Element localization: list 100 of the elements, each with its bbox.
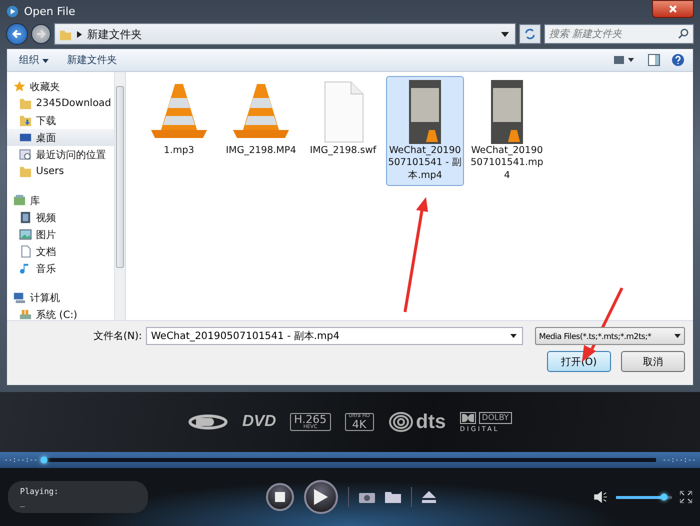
file-type-dropdown[interactable]: Media Files(*.ts;*.mts;*.m2ts;* — [535, 327, 685, 345]
recent-places-icon — [19, 148, 32, 161]
back-arrow-icon — [11, 28, 23, 40]
dts-logo: dts — [416, 410, 446, 434]
new-folder-button[interactable]: 新建文件夹 — [63, 51, 122, 69]
file-name: IMG_2198.MP4 — [226, 145, 296, 158]
sidebar-item-label: Users — [36, 166, 64, 177]
sidebar-item-label: 文档 — [36, 246, 56, 258]
stop-icon — [275, 492, 285, 502]
back-button[interactable] — [6, 23, 28, 45]
file-item[interactable]: IMG_2198.swf — [304, 76, 382, 162]
sidebar-item[interactable]: 图片 — [7, 226, 114, 243]
rings-icon — [388, 412, 414, 432]
sidebar-item-label: 系统 (C:) — [36, 308, 78, 320]
dropdown-caret-icon — [42, 59, 50, 63]
organize-menu[interactable]: 组织 — [15, 51, 54, 69]
sidebar-item-label: 音乐 — [36, 262, 56, 276]
library-icon — [13, 194, 26, 207]
play-button[interactable] — [304, 480, 338, 514]
window-title: Open File — [24, 4, 76, 18]
sidebar-item-label: 最近访问的位置 — [36, 148, 106, 162]
sidebar-item-label: 图片 — [36, 228, 56, 242]
fullscreen-icon[interactable] — [680, 491, 692, 503]
folder-icon[interactable] — [385, 491, 401, 503]
sidebar-item[interactable]: 下载 — [7, 112, 114, 129]
camera-icon[interactable] — [359, 491, 375, 503]
close-icon — [668, 4, 678, 14]
refresh-button[interactable] — [519, 24, 541, 44]
sidebar-item[interactable]: 文档 — [7, 243, 114, 260]
sidebar-item-label: 下载 — [36, 114, 56, 128]
cancel-button[interactable]: 取消 — [621, 351, 685, 372]
file-name-field[interactable]: WeChat_20190507101541 - 副本.mp4 — [146, 327, 523, 345]
logo-text: H.265 — [294, 414, 327, 425]
file-item[interactable]: 1.mp3 — [140, 76, 218, 162]
address-bar[interactable]: 新建文件夹 — [54, 23, 516, 45]
logo-text: 4K — [352, 419, 366, 430]
file-type-value: Media Files(*.ts;*.mts;*.m2ts;* — [539, 332, 652, 340]
view-options-icon[interactable] — [613, 53, 637, 67]
double-d-icon — [460, 412, 476, 424]
breadcrumb-folder[interactable]: 新建文件夹 — [87, 26, 142, 42]
forward-arrow-icon — [35, 28, 47, 40]
download-folder-icon — [19, 114, 32, 127]
search-icon — [678, 28, 689, 39]
eject-icon[interactable] — [422, 491, 436, 503]
document-icon — [19, 245, 32, 258]
scrollbar[interactable] — [114, 72, 125, 320]
file-name: IMG_2198.swf — [310, 145, 376, 158]
sidebar-group[interactable]: 收藏夹 — [7, 78, 114, 95]
dropdown-caret-icon[interactable] — [510, 334, 517, 338]
sidebar-item-label: 2345Download — [36, 98, 112, 109]
sidebar-group[interactable]: 计算机 — [7, 289, 114, 306]
dropdown-caret-icon[interactable] — [501, 32, 509, 36]
refresh-icon — [524, 28, 536, 40]
volume-slider[interactable] — [616, 496, 672, 498]
disc-logo-icon — [188, 412, 228, 432]
seek-handle[interactable] — [40, 456, 48, 464]
speaker-icon[interactable] — [594, 491, 608, 503]
status-detail: _ — [20, 498, 26, 507]
chevron-icon — [77, 30, 82, 38]
file-name-label: 文件名(N): — [92, 330, 142, 343]
dolby-logo-text: DOLBY — [478, 412, 512, 424]
sidebar-item[interactable]: 音乐 — [7, 260, 114, 277]
folder-icon — [19, 97, 32, 110]
search-field[interactable]: 搜索 新建文件夹 — [544, 24, 694, 44]
help-icon[interactable] — [671, 53, 685, 67]
desktop-icon — [19, 131, 32, 144]
dvd-logo: DVD — [242, 413, 276, 431]
file-name: WeChat_20190507101541 - 副本.mp4 — [387, 145, 463, 182]
sidebar-item[interactable]: 最近访问的位置 — [7, 146, 114, 163]
file-name: WeChat_20190507101541.mp4 — [470, 145, 544, 182]
sidebar-item[interactable]: 桌面 — [7, 129, 114, 146]
app-icon — [6, 4, 19, 18]
sidebar-item[interactable]: 2345Download — [7, 95, 114, 112]
forward-button[interactable] — [31, 24, 51, 44]
close-button[interactable] — [652, 0, 694, 18]
computer-icon — [13, 291, 26, 304]
sidebar-group[interactable]: 库 — [7, 192, 114, 209]
picture-icon — [19, 228, 32, 241]
file-name: 1.mp3 — [164, 145, 194, 158]
sidebar-group-label: 库 — [30, 194, 40, 208]
file-item[interactable]: WeChat_20190507101541 - 副本.mp4 — [386, 76, 464, 186]
dropdown-caret-icon — [674, 334, 681, 338]
volume-handle[interactable] — [660, 494, 668, 500]
play-icon — [314, 489, 328, 505]
status-text: Playing: — [20, 487, 60, 496]
sidebar-item-label: 桌面 — [36, 132, 56, 144]
folder-icon — [19, 165, 32, 178]
preview-pane-icon[interactable] — [647, 53, 661, 67]
film-icon — [19, 211, 32, 224]
sidebar-item[interactable]: 系统 (C:) — [7, 306, 114, 320]
file-item[interactable]: WeChat_20190507101541.mp4 — [468, 76, 546, 186]
sidebar-item[interactable]: Users — [7, 163, 114, 180]
file-item[interactable]: IMG_2198.MP4 — [222, 76, 300, 162]
drive-icon — [19, 308, 32, 320]
sidebar-group-label: 计算机 — [30, 292, 60, 304]
sidebar-group-label: 收藏夹 — [30, 80, 60, 94]
star-icon — [13, 80, 26, 93]
sidebar-item[interactable]: 视频 — [7, 209, 114, 226]
sidebar-item-label: 视频 — [36, 212, 56, 224]
stop-button[interactable] — [266, 483, 294, 511]
